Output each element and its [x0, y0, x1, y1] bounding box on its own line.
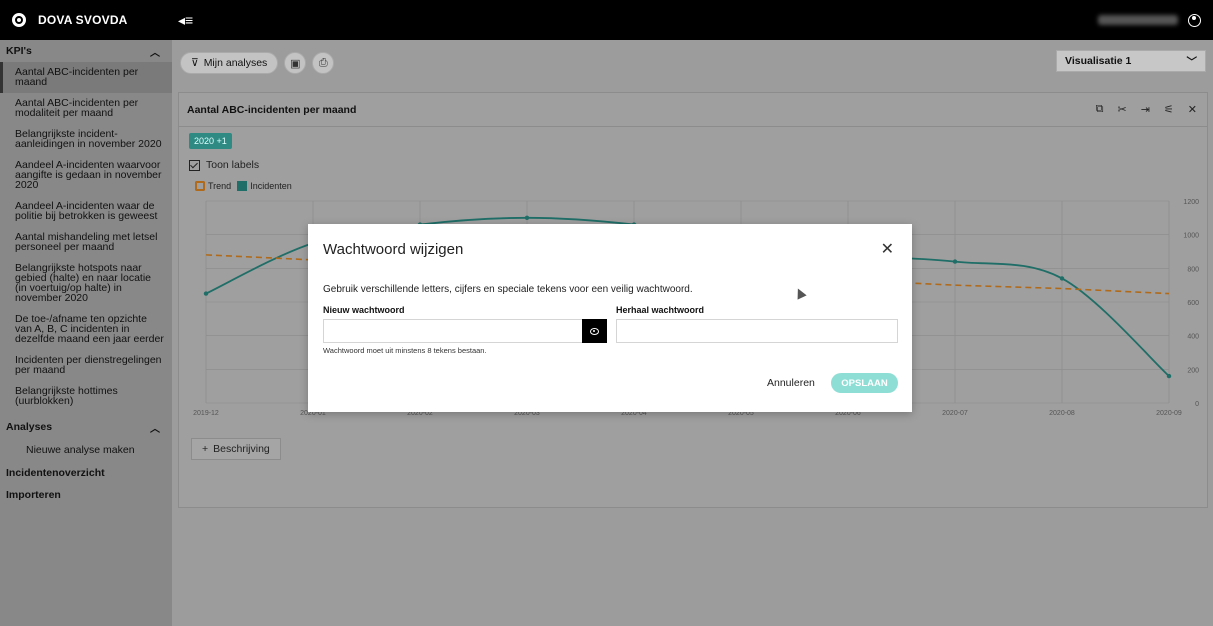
y-tick-label: 600: [1187, 300, 1199, 307]
show-labels-label: Toon labels: [206, 159, 260, 171]
chevron-up-icon: ︿: [150, 47, 160, 59]
brand[interactable]: DOVA SVOVDA: [0, 13, 172, 27]
data-point-incidents: [1059, 276, 1065, 281]
legend-trend-label: Trend: [208, 181, 232, 191]
sidebar-section-label: Incidentenoverzicht: [6, 467, 105, 479]
sidebar-item-kpi-9[interactable]: Incidenten per dienstregelingen per maan…: [0, 350, 172, 381]
data-point-incidents: [1166, 373, 1172, 379]
password-hint: Wachtwoord moet uit minstens 8 tekens be…: [323, 346, 487, 355]
change-password-dialog: Wachtwoord wijzigen ✕ Gebruik verschille…: [308, 224, 912, 412]
year-badge[interactable]: 2020 +1: [189, 133, 232, 149]
data-point-incidents: [952, 259, 958, 264]
data-point-incidents: [203, 291, 209, 296]
chart-card-title: Aantal ABC-incidenten per maand: [187, 103, 357, 116]
visualisation-selected: Visualisatie 1: [1065, 55, 1132, 67]
sidebar-item-kpi-7[interactable]: Belangrijkste hotspots naar gebied (halt…: [0, 258, 172, 309]
toolbar: ⊽ Mijn analyses ▣ ⎙: [180, 52, 335, 74]
sidebar-section-label: Analyses: [6, 421, 53, 433]
description-button[interactable]: + Beschrijving: [191, 438, 281, 460]
eye-icon: [590, 327, 599, 335]
chart-card-tools: ⧉ ✂ ⇥ ⚟ ✕: [1096, 103, 1197, 116]
user-name-blurred: [1098, 15, 1178, 25]
export-icon[interactable]: ⇥: [1141, 103, 1150, 116]
sidebar: KPI's ︿ Aantal ABC-incidenten per maand …: [0, 40, 172, 626]
x-tick-label: 2020-07: [942, 410, 968, 417]
brand-name: DOVA SVOVDA: [38, 13, 128, 27]
sidebar-item-incident-overview[interactable]: Incidentenoverzicht: [0, 462, 172, 484]
save-button[interactable]: OPSLAAN: [831, 373, 898, 393]
new-password-label: Nieuw wachtwoord: [323, 305, 405, 315]
y-tick-label: 200: [1187, 367, 1199, 374]
y-tick-label: 800: [1187, 266, 1199, 273]
repeat-password-label: Herhaal wachtwoord: [616, 305, 705, 315]
new-password-input[interactable]: [323, 319, 583, 343]
y-tick-label: 0: [1195, 401, 1199, 408]
visualisation-select[interactable]: Visualisatie 1 ﹀: [1056, 50, 1206, 72]
legend-incidents-swatch: [237, 181, 248, 191]
repeat-password-input[interactable]: [616, 319, 898, 343]
legend-trend-swatch: [195, 181, 205, 191]
sidebar-item-new-analysis[interactable]: Nieuwe analyse maken: [0, 438, 172, 462]
floppy-icon: ▣: [290, 57, 301, 70]
sidebar-section-kpis[interactable]: KPI's ︿: [0, 40, 172, 62]
printer-icon: ⎙: [318, 56, 328, 69]
toggle-password-visibility-button[interactable]: [582, 319, 607, 343]
print-button[interactable]: ⎙: [312, 52, 335, 74]
chevron-down-icon: ﹀: [1186, 55, 1198, 68]
dialog-title: Wachtwoord wijzigen: [323, 241, 464, 258]
sidebar-item-kpi-5[interactable]: Aandeel A-incidenten waar de politie bij…: [0, 196, 172, 227]
x-tick-label: 2020-08: [1049, 410, 1075, 417]
checkbox-checked-icon[interactable]: [189, 159, 200, 171]
resize-icon[interactable]: ⧉: [1096, 103, 1104, 116]
sidebar-item-kpi-6[interactable]: Aantal mishandeling met letsel personeel…: [0, 227, 172, 258]
cancel-button[interactable]: Annuleren: [767, 377, 815, 389]
save-analysis-button[interactable]: ▣: [284, 52, 307, 74]
settings-sliders-icon[interactable]: ⚟: [1164, 103, 1174, 116]
plus-icon: +: [202, 443, 209, 455]
y-tick-label: 1000: [1183, 233, 1199, 240]
menu-collapse-icon[interactable]: ◂≡: [178, 12, 193, 29]
top-bar: DOVA SVOVDA ◂≡: [0, 0, 1213, 40]
show-labels-toggle[interactable]: Toon labels: [189, 159, 259, 171]
sidebar-item-kpi-1[interactable]: Aantal ABC-incidenten per maand: [0, 62, 172, 93]
close-icon[interactable]: ✕: [881, 239, 894, 259]
sidebar-section-analyses[interactable]: Analyses ︿: [0, 416, 172, 438]
x-tick-label: 2019-12: [193, 410, 219, 417]
legend-incidents-label: Incidenten: [250, 181, 292, 191]
my-analyses-button[interactable]: ⊽ Mijn analyses: [180, 52, 279, 74]
chart-card-header: Aantal ABC-incidenten per maand: [179, 93, 1207, 127]
sidebar-section-label: Importeren: [6, 489, 61, 501]
sidebar-item-kpi-10[interactable]: Belangrijkste hottimes (uurblokken): [0, 381, 172, 412]
brand-logo-icon: [12, 13, 26, 27]
sidebar-item-kpi-3[interactable]: Belangrijkste incident-aanleidingen in n…: [0, 124, 172, 155]
sidebar-item-import[interactable]: Importeren: [0, 484, 172, 506]
my-analyses-label: Mijn analyses: [203, 57, 268, 69]
sidebar-item-kpi-2[interactable]: Aantal ABC-incidenten per modaliteit per…: [0, 93, 172, 124]
y-tick-label: 1200: [1183, 199, 1199, 206]
close-icon[interactable]: ✕: [1188, 103, 1197, 116]
y-tick-label: 400: [1187, 334, 1199, 341]
sidebar-section-label: KPI's: [6, 45, 32, 57]
dialog-description: Gebruik verschillende letters, cijfers e…: [323, 284, 693, 295]
data-point-incidents: [524, 215, 530, 221]
scissors-icon[interactable]: ✂: [1117, 103, 1126, 116]
filter-icon: ⊽: [191, 57, 199, 69]
x-tick-label: 2020-09: [1156, 410, 1182, 417]
chart-legend: Trend Incidenten: [195, 181, 292, 191]
sidebar-item-kpi-4[interactable]: Aandeel A-incidenten waarvoor aangifte i…: [0, 155, 172, 196]
sidebar-item-kpi-8[interactable]: De toe-/afname ten opzichte van A, B, C …: [0, 309, 172, 350]
chevron-up-icon: ︿: [150, 423, 160, 435]
user-area[interactable]: [1098, 13, 1201, 27]
description-label: Beschrijving: [213, 443, 270, 455]
user-account-icon[interactable]: [1188, 13, 1201, 27]
